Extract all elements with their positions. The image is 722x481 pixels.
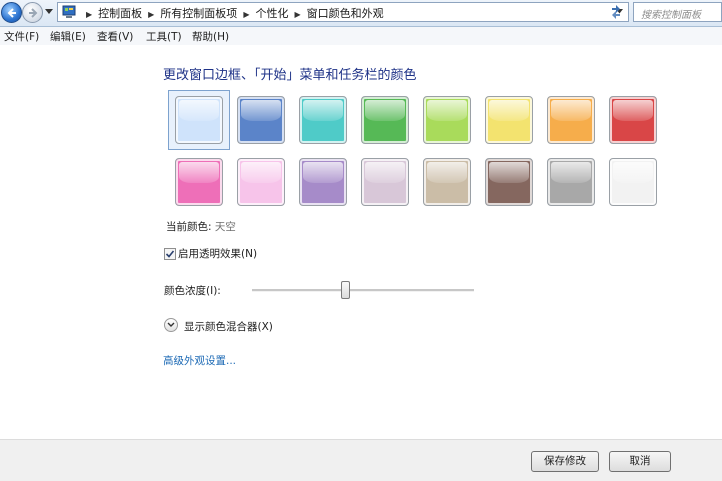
address-bar: ▶ 控制面板 ▶ 所有控制面板项 ▶ 个性化 ▶ 窗口颜色和外观 搜索控制面板 <box>0 0 722 27</box>
swatch-gloss <box>241 100 281 121</box>
color-swatch[interactable] <box>423 96 471 144</box>
recent-pages-dropdown-icon[interactable] <box>45 9 53 15</box>
swatch-gloss <box>179 100 219 121</box>
swatch-gloss <box>489 162 529 183</box>
breadcrumb-separator-icon[interactable]: ▶ <box>243 10 249 19</box>
color-swatch[interactable] <box>485 158 533 206</box>
color-swatch[interactable] <box>175 158 223 206</box>
swatch-gloss <box>365 100 405 121</box>
transparency-label[interactable]: 启用透明效果(N) <box>178 246 257 261</box>
menu-edit[interactable]: 编辑(E) <box>50 29 86 44</box>
back-button[interactable] <box>1 2 22 23</box>
arrow-right-icon <box>29 8 38 18</box>
color-swatch[interactable] <box>299 158 347 206</box>
refresh-icon[interactable] <box>606 3 626 21</box>
chevron-down-icon <box>167 322 175 327</box>
color-swatch[interactable] <box>237 96 285 144</box>
swatch-gloss <box>365 162 405 183</box>
breadcrumb-control-panel[interactable]: 控制面板 <box>98 7 142 20</box>
intensity-slider-track[interactable] <box>252 289 474 292</box>
current-color: 当前颜色: 天空 <box>166 219 236 234</box>
breadcrumb-personalization[interactable]: 个性化 <box>255 7 288 20</box>
swatch-gloss <box>241 162 281 183</box>
menu-file[interactable]: 文件(F) <box>4 29 39 44</box>
color-mixer-label[interactable]: 显示颜色混合器(X) <box>184 319 273 334</box>
swatch-gloss <box>179 162 219 183</box>
color-swatch[interactable] <box>299 96 347 144</box>
swatch-gloss <box>613 100 653 121</box>
checkmark-icon <box>165 250 175 258</box>
color-swatch[interactable] <box>423 158 471 206</box>
current-color-value: 天空 <box>214 221 236 233</box>
color-swatch[interactable] <box>485 96 533 144</box>
swatch-gloss <box>489 100 529 121</box>
arrow-left-icon <box>7 8 16 18</box>
color-swatch[interactable] <box>609 158 657 206</box>
search-placeholder: 搜索控制面板 <box>641 10 701 21</box>
swatch-gloss <box>303 162 343 183</box>
breadcrumb-separator-icon[interactable]: ▶ <box>86 10 92 19</box>
breadcrumb-all-items[interactable]: 所有控制面板项 <box>160 7 237 20</box>
swatch-gloss <box>551 100 591 121</box>
page-title: 更改窗口边框、「开始」菜单和任务栏的颜色 <box>163 68 417 83</box>
color-swatch[interactable] <box>547 96 595 144</box>
swatch-gloss <box>427 162 467 183</box>
breadcrumb-separator-icon[interactable]: ▶ <box>294 10 300 19</box>
color-swatch[interactable] <box>175 96 223 144</box>
save-button[interactable]: 保存修改 <box>531 451 599 472</box>
address-box[interactable]: ▶ 控制面板 ▶ 所有控制面板项 ▶ 个性化 ▶ 窗口颜色和外观 <box>57 2 629 22</box>
search-input[interactable]: 搜索控制面板 <box>633 2 722 22</box>
swatch-gloss <box>613 162 653 183</box>
color-mixer-toggle[interactable] <box>164 318 178 332</box>
current-color-label: 当前颜色: <box>166 221 212 233</box>
control-panel-icon <box>62 5 76 18</box>
breadcrumb-separator-icon[interactable]: ▶ <box>148 10 154 19</box>
breadcrumb-window-color[interactable]: 窗口颜色和外观 <box>307 7 384 20</box>
menu-view[interactable]: 查看(V) <box>97 29 133 44</box>
menu-tools[interactable]: 工具(T) <box>146 29 182 44</box>
breadcrumb: ▶ 控制面板 ▶ 所有控制面板项 ▶ 个性化 ▶ 窗口颜色和外观 <box>80 5 384 21</box>
color-swatch[interactable] <box>609 96 657 144</box>
menu-bar: 文件(F) 编辑(E) 查看(V) 工具(T) 帮助(H) <box>0 27 722 45</box>
color-swatch[interactable] <box>237 158 285 206</box>
swatch-gloss <box>551 162 591 183</box>
color-swatch[interactable] <box>547 158 595 206</box>
intensity-slider-thumb[interactable] <box>341 281 351 299</box>
intensity-label: 颜色浓度(I): <box>164 285 221 297</box>
color-swatch[interactable] <box>361 96 409 144</box>
forward-button[interactable] <box>22 2 43 23</box>
transparency-checkbox[interactable] <box>164 248 176 260</box>
cancel-button[interactable]: 取消 <box>609 451 671 472</box>
swatch-gloss <box>427 100 467 121</box>
menu-help[interactable]: 帮助(H) <box>192 29 229 44</box>
advanced-appearance-link[interactable]: 高级外观设置... <box>163 353 236 368</box>
swatch-gloss <box>303 100 343 121</box>
color-swatch[interactable] <box>361 158 409 206</box>
